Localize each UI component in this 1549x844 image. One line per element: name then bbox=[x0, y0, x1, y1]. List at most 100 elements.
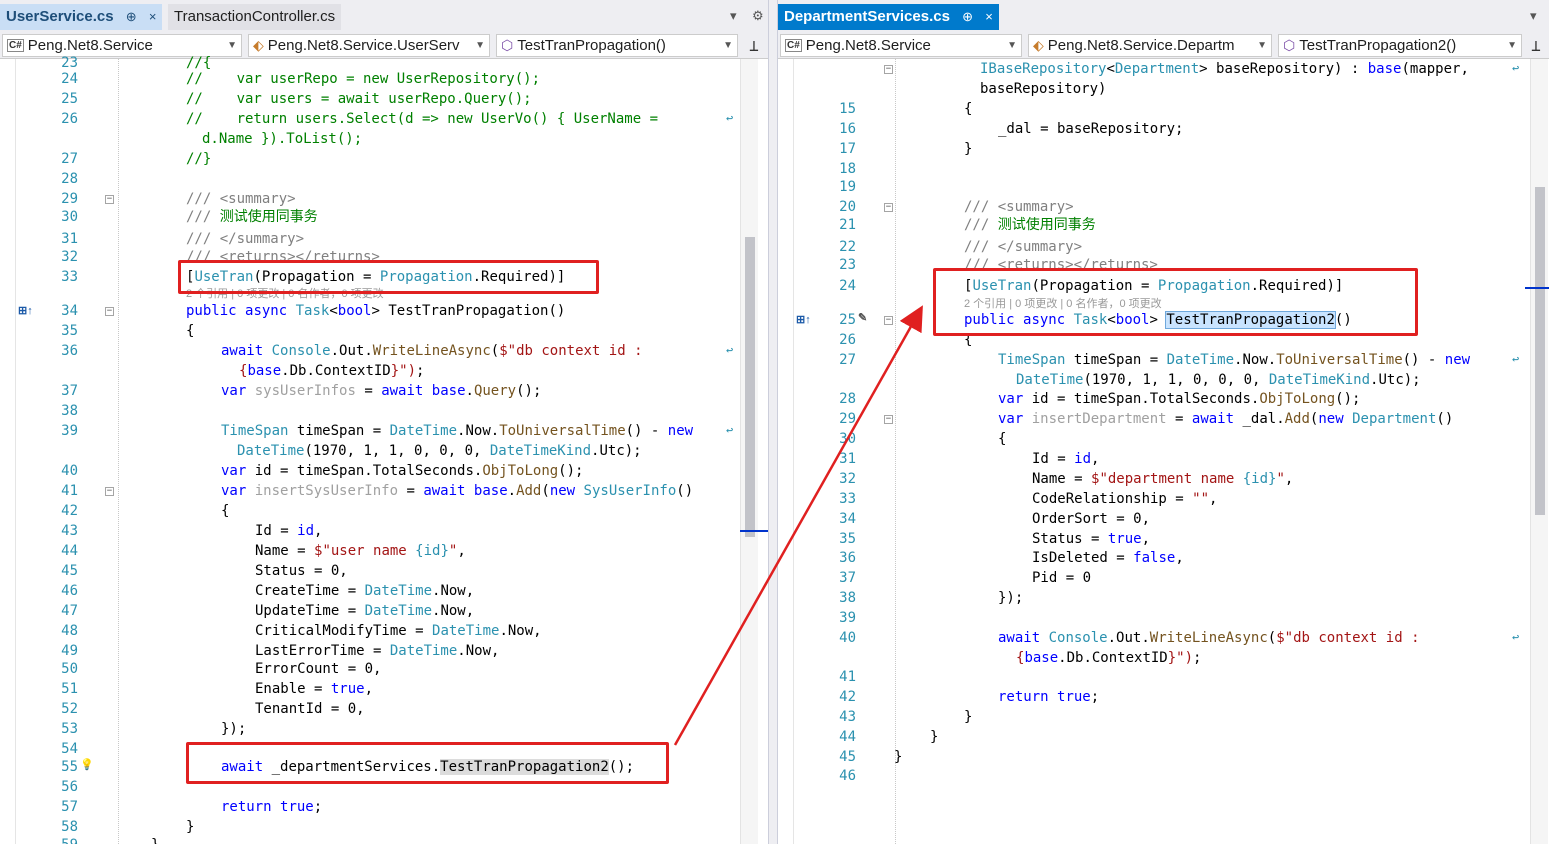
code-line[interactable]: 57 return true; bbox=[0, 797, 768, 817]
code-line[interactable]: 30 { bbox=[778, 429, 1549, 449]
code-line[interactable]: 44} bbox=[778, 727, 1549, 747]
code-line[interactable]: 41 − var insertSysUserInfo = await base.Ad… bbox=[0, 481, 768, 501]
tab-departmentservices[interactable]: DepartmentServices.cs ⊕ × bbox=[778, 4, 999, 30]
code-line[interactable]: 53}); bbox=[0, 719, 768, 739]
tab-overflow-dropdown-icon[interactable]: ▾ bbox=[1530, 8, 1537, 24]
code-line[interactable]: 59} bbox=[0, 835, 768, 844]
code-line[interactable]: 56 bbox=[0, 777, 768, 797]
code-line[interactable]: 31 /// </summary> bbox=[0, 229, 768, 249]
code-line[interactable]: 2 个引用 | 0 项更改 | 0 名作者，0 项更改 bbox=[0, 283, 768, 303]
code-line[interactable]: 37 Pid = 0 bbox=[778, 568, 1549, 588]
right-vertical-scrollbar[interactable] bbox=[1530, 59, 1548, 844]
code-line[interactable]: 54 bbox=[0, 739, 768, 759]
code-line[interactable]: 48 CriticalModifyTime = DateTime.Now, bbox=[0, 621, 768, 641]
code-line[interactable]: 45 Status = 0, bbox=[0, 561, 768, 581]
code-line[interactable]: 24 // var userRepo = new UserRepository()… bbox=[0, 69, 768, 89]
code-line[interactable]: 35 Status = true, bbox=[778, 529, 1549, 549]
collapse-toggle-icon[interactable]: − bbox=[105, 195, 114, 204]
code-line[interactable]: 42 { bbox=[0, 501, 768, 521]
code-line[interactable]: 47 UpdateTime = DateTime.Now, bbox=[0, 601, 768, 621]
code-line[interactable]: 52 TenantId = 0, bbox=[0, 699, 768, 719]
code-line[interactable]: 46 bbox=[778, 766, 1549, 786]
project-dropdown[interactable]: C# Peng.Net8.Service ▼ bbox=[780, 34, 1022, 57]
code-line[interactable]: 33 CodeRelationship = "", bbox=[778, 489, 1549, 509]
code-line[interactable]: 27 TimeSpan timeSpan = DateTime.Now.ToUni… bbox=[778, 350, 1549, 370]
code-line[interactable]: 43} bbox=[778, 707, 1549, 727]
collapse-toggle-icon[interactable]: − bbox=[105, 307, 114, 316]
tab-overflow-dropdown-icon[interactable]: ▾ bbox=[730, 8, 737, 24]
code-line[interactable]: DateTime(1970, 1, 1, 0, 0, 0, DateTimeKi… bbox=[0, 441, 768, 461]
quick-actions-icon[interactable]: ✎ bbox=[858, 311, 867, 324]
code-line[interactable]: 41 bbox=[778, 667, 1549, 687]
code-line[interactable]: 22 /// </summary> bbox=[778, 237, 1549, 257]
code-line[interactable]: − IBaseRepository<Department> baseReposit… bbox=[778, 59, 1549, 79]
code-line[interactable]: 36 await Console.Out.WriteLineAsync($"db … bbox=[0, 341, 768, 361]
tab-transactioncontroller[interactable]: TransactionController.cs bbox=[168, 4, 342, 30]
code-line[interactable]: 27 //} bbox=[0, 149, 768, 169]
scroll-thumb[interactable] bbox=[1535, 187, 1545, 515]
pane-splitter[interactable] bbox=[768, 0, 778, 844]
close-icon[interactable]: × bbox=[149, 9, 157, 24]
lightbulb-icon[interactable]: 💡 bbox=[80, 758, 94, 771]
code-line[interactable]: 25 // var users = await userRepo.Query(); bbox=[0, 89, 768, 109]
code-line[interactable]: 36 IsDeleted = false, bbox=[778, 548, 1549, 568]
code-line[interactable]: 38}); bbox=[778, 588, 1549, 608]
collapse-toggle-icon[interactable]: − bbox=[884, 203, 893, 212]
code-line[interactable]: {base.Db.ContextID}"); bbox=[0, 361, 768, 381]
code-line[interactable]: 30 /// 测试使用同事务 bbox=[0, 207, 768, 227]
code-line[interactable]: 40 await Console.Out.WriteLineAsync($"db … bbox=[778, 628, 1549, 648]
tab-userservice[interactable]: UserService.cs ⊕ × bbox=[0, 4, 163, 30]
left-vertical-scrollbar[interactable] bbox=[740, 59, 758, 844]
code-line[interactable]: d.Name }).ToList(); bbox=[0, 129, 768, 149]
collapse-toggle-icon[interactable]: − bbox=[105, 487, 114, 496]
code-line[interactable]: 50 ErrorCount = 0, bbox=[0, 659, 768, 679]
code-line[interactable]: 49 LastErrorTime = DateTime.Now, bbox=[0, 641, 768, 661]
override-marker-icon[interactable]: ⊞↑ bbox=[18, 304, 33, 317]
code-line[interactable]: baseRepository) bbox=[778, 79, 1549, 99]
code-line[interactable]: 34 OrderSort = 0, bbox=[778, 509, 1549, 529]
code-line[interactable]: 34 − public async Task<bool> TestTranPropa… bbox=[0, 301, 768, 321]
code-line[interactable]: 45} bbox=[778, 747, 1549, 767]
pin-icon[interactable]: ⊕ bbox=[126, 9, 137, 24]
code-line[interactable]: 32 /// <returns></returns> bbox=[0, 247, 768, 267]
code-line[interactable]: DateTime(1970, 1, 1, 0, 0, 0, DateTimeKi… bbox=[778, 370, 1549, 390]
code-line[interactable]: 43 Id = id, bbox=[0, 521, 768, 541]
code-line[interactable]: 17} bbox=[778, 139, 1549, 159]
code-line[interactable]: 44 Name = $"user name {id}", bbox=[0, 541, 768, 561]
right-code-editor[interactable]: − IBaseRepository<Department> baseReposit… bbox=[778, 59, 1549, 844]
code-line[interactable]: 32 Name = $"department name {id}", bbox=[778, 469, 1549, 489]
code-line[interactable]: {base.Db.ContextID}"); bbox=[778, 648, 1549, 668]
code-line[interactable]: 39 bbox=[778, 608, 1549, 628]
code-line[interactable]: 29 − var insertDepartment = await _dal.Add… bbox=[778, 409, 1549, 429]
code-line[interactable]: 26 // return users.Select(d => new UserVo… bbox=[0, 109, 768, 129]
code-line[interactable]: 20 − /// <summary> bbox=[778, 197, 1549, 217]
code-line[interactable]: 37 var sysUserInfos = await base.Query(); bbox=[0, 381, 768, 401]
code-line[interactable]: 25 − public async Task<bool> TestTranPropa… bbox=[778, 310, 1549, 330]
member-dropdown[interactable]: ⬡ TestTranPropagation2() ▼ bbox=[1278, 34, 1522, 57]
code-line[interactable]: 42 return true; bbox=[778, 687, 1549, 707]
code-line[interactable]: 46 CreateTime = DateTime.Now, bbox=[0, 581, 768, 601]
code-line[interactable]: 35 { bbox=[0, 321, 768, 341]
code-line[interactable]: 39 TimeSpan timeSpan = DateTime.Now.ToUni… bbox=[0, 421, 768, 441]
code-line[interactable]: 15 { bbox=[778, 99, 1549, 119]
scroll-thumb[interactable] bbox=[745, 237, 755, 537]
gear-icon[interactable]: ⚙ bbox=[752, 8, 764, 24]
code-line[interactable]: 58} bbox=[0, 817, 768, 837]
code-line[interactable]: 21 /// 测试使用同事务 bbox=[778, 215, 1549, 235]
code-line[interactable]: 19 bbox=[778, 177, 1549, 197]
close-icon[interactable]: × bbox=[985, 9, 993, 24]
code-line[interactable]: 31 Id = id, bbox=[778, 449, 1549, 469]
code-line[interactable]: 28 var id = timeSpan.TotalSeconds.ObjToLo… bbox=[778, 389, 1549, 409]
code-line[interactable]: 28 bbox=[0, 169, 768, 189]
override-marker-icon[interactable]: ⊞↑ bbox=[796, 313, 811, 326]
code-line[interactable]: 23 /// <returns></returns> bbox=[778, 255, 1549, 275]
code-line[interactable]: 18 bbox=[778, 159, 1549, 179]
code-line[interactable]: 26 { bbox=[778, 330, 1549, 350]
left-code-editor[interactable]: 23//{24// var userRepo = new UserReposit… bbox=[0, 55, 768, 844]
code-line[interactable]: 29 − /// <summary> bbox=[0, 189, 768, 209]
collapse-toggle-icon[interactable]: − bbox=[884, 65, 893, 74]
pin-icon[interactable]: ⊕ bbox=[962, 9, 973, 24]
split-editor-icon[interactable]: ⊥ bbox=[1526, 36, 1546, 56]
code-line[interactable]: 55 await _departmentServices.TestTranProp… bbox=[0, 757, 768, 777]
collapse-toggle-icon[interactable]: − bbox=[884, 316, 893, 325]
